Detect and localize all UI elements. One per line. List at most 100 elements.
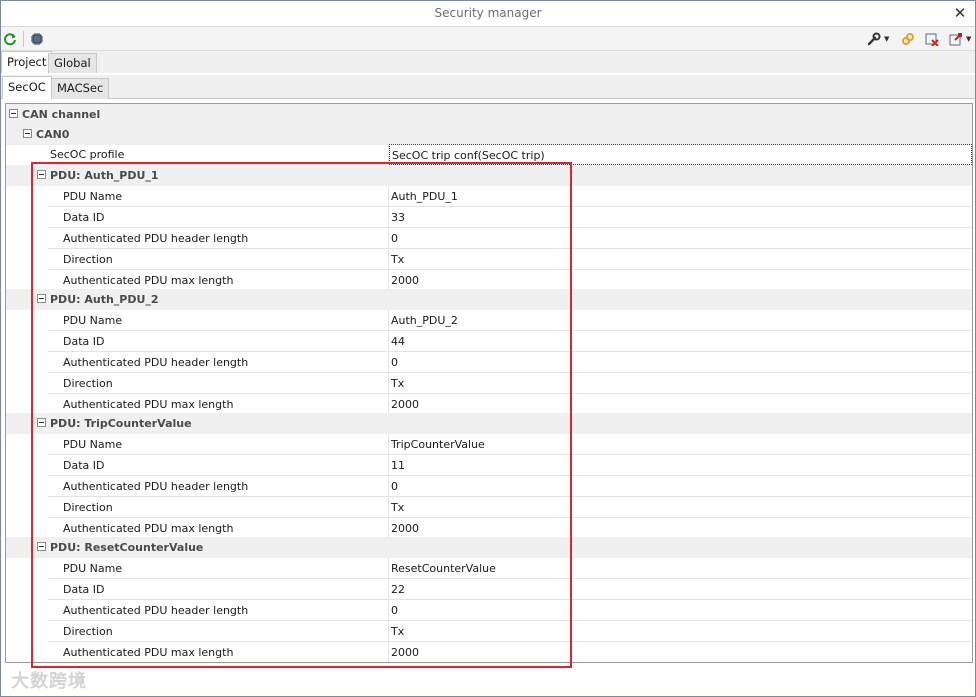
- property-value: 0: [391, 356, 398, 369]
- property-value: TripCounterValue: [391, 438, 485, 451]
- property-value-field[interactable]: SecOC trip conf(SecOC trip): [389, 144, 972, 165]
- property-name: Direction: [63, 377, 113, 390]
- category-label: PDU: ResetCounterValue: [50, 541, 204, 554]
- property-value: 11: [391, 459, 405, 472]
- property-value: ResetCounterValue: [391, 562, 496, 575]
- property-row: Authenticated PDU max length 2000: [6, 642, 972, 662]
- category-label: PDU: Auth_PDU_1: [50, 169, 159, 182]
- tab-macsec[interactable]: MACSec: [51, 78, 110, 99]
- tab-global[interactable]: Global: [48, 53, 97, 73]
- collapse-toggle-icon[interactable]: [37, 294, 46, 303]
- property-value-field[interactable]: 2000: [389, 394, 972, 415]
- property-row: Direction Tx: [6, 249, 972, 270]
- property-value-field[interactable]: 0: [389, 352, 972, 373]
- property-value-field[interactable]: 44: [389, 331, 972, 352]
- property-row: Data ID 33: [6, 207, 972, 228]
- collapse-toggle-icon[interactable]: [9, 109, 18, 118]
- category-pdu-reset-counter-value: PDU: ResetCounterValue: [6, 537, 972, 558]
- wrench-dropdown-caret-icon[interactable]: ▼: [884, 31, 889, 47]
- property-value-field[interactable]: 0: [389, 228, 972, 249]
- property-row: PDU Name Auth_PDU_1: [6, 186, 972, 207]
- property-name: Authenticated PDU header length: [63, 356, 249, 369]
- refresh-icon[interactable]: [2, 31, 18, 47]
- property-name: SecOC profile: [50, 148, 125, 161]
- category-label: CAN0: [36, 128, 70, 141]
- property-name: Direction: [63, 625, 113, 638]
- property-name: Authenticated PDU max length: [63, 522, 234, 535]
- export-icon[interactable]: [948, 31, 964, 47]
- property-value: 33: [391, 211, 405, 224]
- property-row: Authenticated PDU max length 2000: [6, 394, 972, 415]
- property-value: 2000: [391, 522, 419, 535]
- property-name: PDU Name: [63, 562, 123, 575]
- property-row: Data ID 11: [6, 455, 972, 476]
- wrench-icon[interactable]: [866, 31, 882, 47]
- property-row: Direction Tx: [6, 373, 972, 394]
- link-icon[interactable]: [900, 31, 916, 47]
- property-value: Tx: [391, 501, 405, 514]
- property-name: PDU Name: [63, 438, 123, 451]
- property-value-field[interactable]: 2000: [389, 270, 972, 291]
- category-pdu-auth-pdu-1: PDU: Auth_PDU_1: [6, 165, 972, 186]
- property-row: Authenticated PDU header length 0: [6, 228, 972, 249]
- close-icon[interactable]: ✕: [951, 4, 969, 22]
- collapse-toggle-icon[interactable]: [23, 129, 32, 138]
- property-value-field[interactable]: 11: [389, 455, 972, 476]
- property-value-field[interactable]: Auth_PDU_2: [389, 310, 972, 331]
- property-value: SecOC trip conf(SecOC trip): [392, 149, 545, 162]
- property-row: Direction Tx: [6, 621, 972, 642]
- category-label: CAN channel: [22, 108, 101, 121]
- property-value-field[interactable]: Tx: [389, 249, 972, 270]
- collapse-toggle-icon[interactable]: [37, 418, 46, 427]
- property-name: Data ID: [63, 583, 105, 596]
- watermark: 大数跨境: [11, 671, 87, 692]
- toolbar-separator: [23, 31, 24, 47]
- chip-icon[interactable]: [29, 31, 45, 47]
- delete-icon[interactable]: [924, 31, 940, 47]
- security-manager-window: Security manager ✕ ▼ ▼ Project Global Se…: [0, 0, 976, 697]
- property-value-field[interactable]: ResetCounterValue: [389, 558, 972, 579]
- export-dropdown-caret-icon[interactable]: ▼: [966, 31, 971, 47]
- property-value: Tx: [391, 377, 405, 390]
- collapse-toggle-icon[interactable]: [37, 170, 46, 179]
- property-value-field[interactable]: TripCounterValue: [389, 434, 972, 455]
- property-value-field[interactable]: 0: [389, 600, 972, 621]
- property-row: PDU Name ResetCounterValue: [6, 558, 972, 579]
- property-name: Authenticated PDU header length: [63, 480, 249, 493]
- property-value: 2000: [391, 646, 419, 659]
- property-value: 0: [391, 604, 398, 617]
- category-can-channel: CAN channel: [6, 104, 972, 125]
- property-value: Tx: [391, 253, 405, 266]
- property-row: PDU Name Auth_PDU_2: [6, 310, 972, 331]
- category-label: PDU: TripCounterValue: [50, 417, 192, 430]
- property-value-field[interactable]: 2000: [389, 642, 972, 662]
- title-bar: Security manager ✕: [1, 1, 975, 27]
- property-row: Authenticated PDU max length 2000: [6, 518, 972, 539]
- property-name: Data ID: [63, 211, 105, 224]
- property-row: Authenticated PDU header length 0: [6, 600, 972, 621]
- property-value-field[interactable]: Auth_PDU_1: [389, 186, 972, 207]
- property-value: Tx: [391, 625, 405, 638]
- tab-secoc[interactable]: SecOC: [2, 76, 52, 99]
- property-value-field[interactable]: 2000: [389, 518, 972, 539]
- category-label: PDU: Auth_PDU_2: [50, 293, 159, 306]
- property-row: Authenticated PDU header length 0: [6, 476, 972, 497]
- property-value-field[interactable]: Tx: [389, 373, 972, 394]
- category-pdu-trip-counter-value: PDU: TripCounterValue: [6, 413, 972, 434]
- property-row: Data ID 44: [6, 331, 972, 352]
- property-value-field[interactable]: Tx: [389, 497, 972, 518]
- property-value-field[interactable]: 22: [389, 579, 972, 600]
- property-value: 22: [391, 583, 405, 596]
- property-name: Data ID: [63, 459, 105, 472]
- property-secoc-profile: SecOC profile SecOC trip conf(SecOC trip…: [6, 144, 972, 165]
- collapse-toggle-icon[interactable]: [37, 542, 46, 551]
- tab-project[interactable]: Project: [1, 51, 53, 73]
- property-value: 0: [391, 232, 398, 245]
- property-value-field[interactable]: 0: [389, 476, 972, 497]
- property-name: Direction: [63, 501, 113, 514]
- property-name: Data ID: [63, 335, 105, 348]
- property-row: PDU Name TripCounterValue: [6, 434, 972, 455]
- property-value-field[interactable]: Tx: [389, 621, 972, 642]
- property-value-field[interactable]: 33: [389, 207, 972, 228]
- property-name: Authenticated PDU header length: [63, 232, 249, 245]
